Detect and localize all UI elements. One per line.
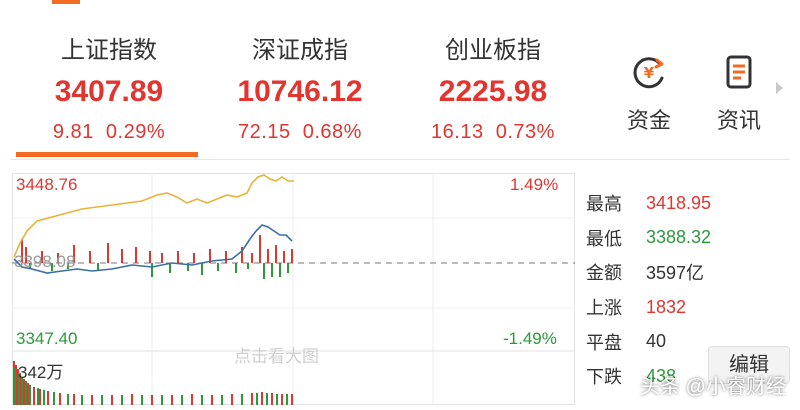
chart-base-price: 3398.08	[14, 252, 76, 271]
index-value: 3407.89	[54, 75, 164, 108]
index-change-points: 16.13	[431, 121, 484, 143]
index-name: 创业板指	[445, 37, 541, 64]
funds-icon: ¥	[633, 57, 664, 89]
stat-value: 3388.32	[646, 227, 712, 248]
divider	[10, 159, 790, 160]
index-change-pct: 0.68%	[302, 121, 362, 143]
news-icon	[726, 55, 752, 89]
stat-row-advancers: 上涨 1832	[586, 290, 711, 325]
chart-high-price: 3448.76	[16, 175, 78, 194]
index-name: 上证指数	[61, 37, 157, 64]
index-value: 10746.12	[237, 75, 363, 108]
index-change: 9.81 0.29%	[18, 118, 200, 146]
index-change-points: 72.15	[238, 121, 291, 143]
svg-text:¥: ¥	[644, 64, 655, 82]
stat-value: 40	[646, 331, 667, 352]
index-change-pct: 0.73%	[495, 121, 555, 143]
index-tab-shenzhen[interactable]: 深证成指 10746.12 72.15 0.68%	[210, 36, 390, 146]
stat-row-amount: 金额 3597亿	[586, 255, 711, 290]
stat-value: 3597亿	[646, 263, 705, 284]
stat-label: 最低	[586, 228, 622, 249]
index-value: 2225.98	[438, 75, 548, 108]
scroll-right-arrow-icon[interactable]	[776, 82, 783, 94]
active-tab-indicator	[16, 152, 198, 157]
chart-high-pct: 1.49%	[510, 175, 559, 194]
intraday-chart[interactable]	[12, 173, 575, 405]
index-tab-shanghai[interactable]: 上证指数 3407.89 9.81 0.29%	[18, 36, 200, 146]
stat-row-unchanged: 平盘 40	[586, 324, 711, 359]
stat-label: 平盘	[586, 332, 622, 353]
index-change-pct: 0.29%	[105, 121, 166, 143]
chart-low-pct: -1.49%	[503, 329, 557, 348]
stat-label: 金额	[586, 263, 622, 284]
volume-label: 342万	[18, 363, 64, 382]
news-button[interactable]: 资讯	[704, 52, 774, 135]
stat-label: 上涨	[586, 298, 622, 319]
index-name: 深证成指	[252, 37, 348, 64]
stat-label: 下跌	[586, 367, 622, 388]
stat-row-high: 最高 3418.95	[586, 186, 711, 221]
stat-row-low: 最低 3388.32	[586, 221, 711, 256]
index-change-points: 9.81	[52, 121, 94, 143]
stat-label: 最高	[586, 194, 622, 215]
stat-value: 3418.95	[646, 192, 712, 213]
watermark: 头条 @小睿财经	[640, 376, 786, 398]
funds-label: 资金	[626, 108, 671, 133]
chart-low-price: 3347.40	[16, 329, 78, 348]
index-change: 72.15 0.68%	[210, 118, 390, 146]
stat-value: 1832	[646, 296, 687, 317]
index-change: 16.13 0.73%	[408, 118, 578, 146]
stats-panel: 最高 3418.95 最低 3388.32 金额 3597亿 上涨 1832 平…	[586, 186, 711, 394]
view-large-chart-hint[interactable]: 点击看大图	[234, 342, 319, 367]
top-accent-bar	[52, 0, 80, 4]
funds-button[interactable]: ¥ 资金	[614, 52, 684, 135]
index-tab-chinext[interactable]: 创业板指 2225.98 16.13 0.73%	[408, 36, 578, 146]
news-label: 资讯	[716, 108, 761, 133]
